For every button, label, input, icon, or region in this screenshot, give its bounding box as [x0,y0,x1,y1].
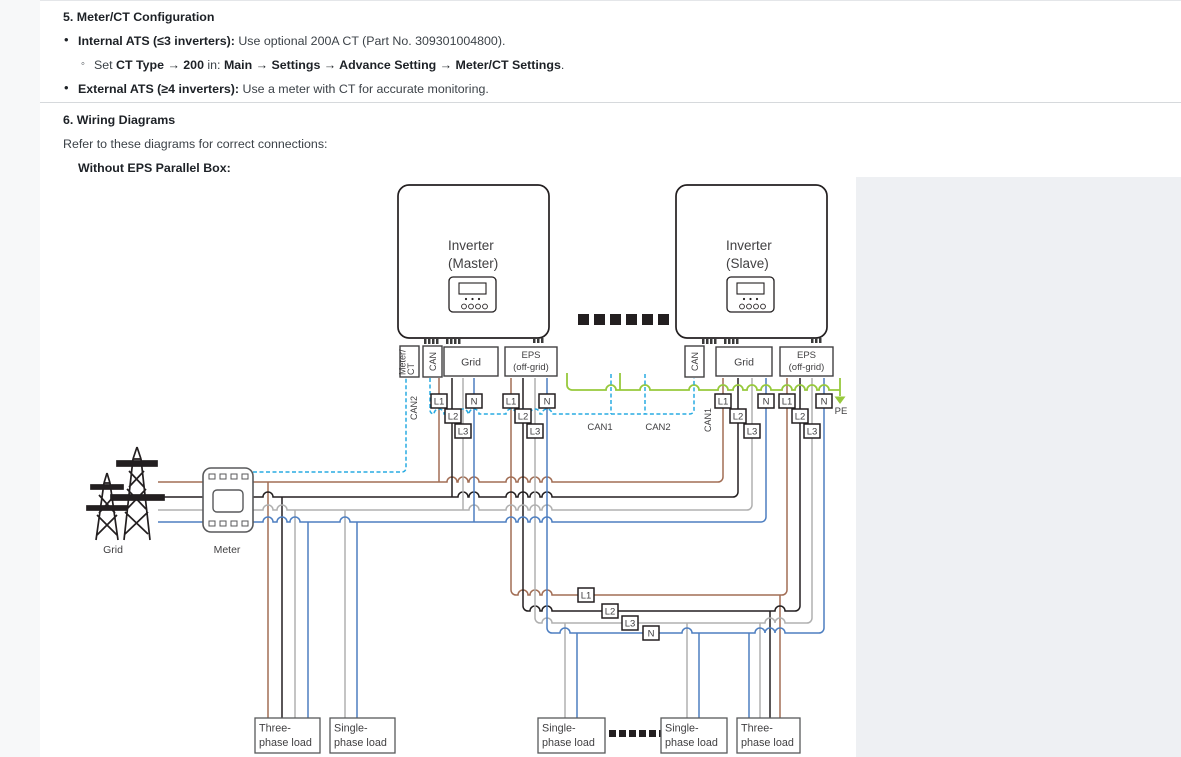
port-grid-master-label: Grid [461,357,481,369]
inverter-slave-label-line2: (Slave) [726,256,769,271]
load-label-line1: Single- [334,723,368,735]
tag-l3: L3 [625,619,636,630]
tag-l1: L1 [718,397,729,408]
load-three-phase-right: Three- phase load [737,718,800,753]
section6-bullet-strong: Without EPS Parallel Box: [78,161,231,175]
bullet-icon: • [64,80,69,95]
port-eps-master-label1: EPS [521,350,540,361]
bullet2-rest: Use a meter with CT for accurate monitor… [239,82,489,96]
section5-bullet2: External ATS (≥4 inverters): Use a meter… [78,82,489,96]
tag-l2: L2 [733,412,744,423]
load-single-phase-mid-left: Single- phase load [538,718,605,753]
tag-n: N [821,397,828,408]
tag-n: N [471,397,478,408]
meter-node-label: Meter [214,544,241,556]
sub-strong1: CT Type → 200 [116,58,204,72]
load-single-phase-mid-right: Single- phase load [661,718,727,753]
can2-vertical-label: CAN2 [409,396,419,420]
page-left-margin [0,0,40,757]
port-eps-master-label2: (off-grid) [513,362,549,373]
tag-l3: L3 [747,427,758,438]
sub-pre: Set [94,58,116,72]
section5-bullet1: Internal ATS (≤3 inverters): Use optiona… [78,34,505,48]
section6-bullet: Without EPS Parallel Box: [78,161,231,175]
sub-bullet-icon: ◦ [81,58,85,70]
load-label-line1: Three- [259,723,291,735]
port-can-master-label: CAN [428,352,438,371]
load-label-line1: Single- [665,723,699,735]
wiring-diagram: Grid Meter Inverter (Master) [80,177,856,757]
port-can-slave-label: CAN [690,352,700,371]
inverter-master: Inverter (Master) [398,185,549,344]
sub-mid: in: [204,58,224,72]
tag-n: N [763,397,770,408]
inverter-display-icon [449,277,496,312]
inverter-slave-label-line1: Inverter [726,238,772,253]
tag-n: N [544,397,551,408]
tag-n: N [648,629,655,640]
page-right-background [856,177,1181,757]
port-eps-slave-label2: (off-grid) [789,362,825,373]
tag-l2: L2 [518,412,529,423]
load-single-phase-left: Single- phase load [330,718,395,753]
inverter-display-icon [727,277,774,312]
port-grid-slave-label: Grid [734,357,754,369]
tag-l2: L2 [448,412,459,423]
section5-heading: 5. Meter/CT Configuration [63,10,214,24]
bullet-icon: • [64,32,69,47]
load-label-line2: phase load [741,737,794,749]
bullet1-strong: Internal ATS (≤3 inverters): [78,34,235,48]
tag-l3: L3 [458,427,469,438]
sub-end: . [561,58,564,72]
can2-label: CAN2 [645,422,670,433]
section5-subbullet: Set CT Type → 200 in: Main → Settings → … [94,58,564,72]
tag-l2: L2 [795,412,806,423]
inverter-slave: Inverter (Slave) [676,185,827,344]
bullet1-rest: Use optional 200A CT (Part No. 309301004… [235,34,505,48]
load-three-phase-left: Three- phase load [255,718,320,753]
section6-intro: Refer to these diagrams for correct conn… [63,137,327,151]
inverter-master-label-line2: (Master) [448,256,498,271]
grid-node-label: Grid [103,544,123,556]
section-divider [40,102,1181,103]
can1-label: CAN1 [587,422,612,433]
tag-l2: L2 [605,607,616,618]
tag-l3: L3 [530,427,541,438]
bullet2-strong: External ATS (≥4 inverters): [78,82,239,96]
load-label-line2: phase load [259,737,312,749]
top-divider [40,0,1181,1]
port-eps-slave-label1: EPS [797,350,816,361]
sub-strong2: Main → Settings → Advance Setting → Mete… [224,58,561,72]
pe-label: PE [835,406,848,417]
tag-l1: L1 [581,591,592,602]
tag-l1: L1 [782,397,793,408]
inverter-master-label-line1: Inverter [448,238,494,253]
tag-l3: L3 [807,427,818,438]
load-label-line2: phase load [665,737,718,749]
can1-vertical-label: CAN1 [703,408,713,432]
tag-l1: L1 [506,397,517,408]
section6-heading: 6. Wiring Diagrams [63,113,175,127]
load-label-line1: Three- [741,723,773,735]
load-label-line1: Single- [542,723,576,735]
load-label-line2: phase load [542,737,595,749]
load-label-line2: phase load [334,737,387,749]
tag-l1: L1 [434,397,445,408]
meter-box [203,468,253,532]
